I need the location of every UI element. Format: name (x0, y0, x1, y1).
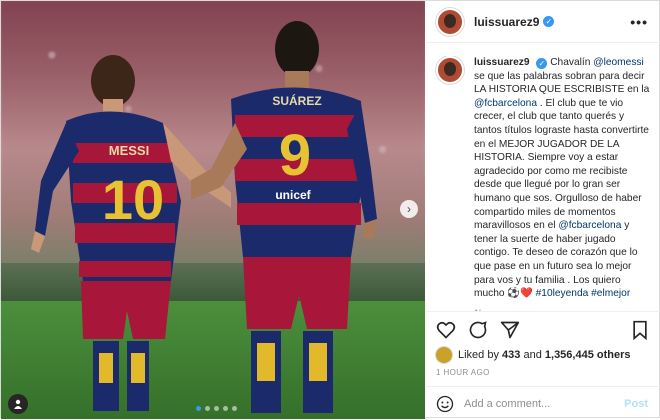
action-icons (436, 320, 520, 340)
caption-text: luissuarez9 ✓ Chavalín @leomessi se que … (474, 56, 654, 311)
jersey-sponsor: unicef (275, 188, 311, 202)
post-side-panel: luissuarez9 ✓ ••• luissuarez9 ✓ Chavalín… (426, 1, 660, 419)
carousel-dot (214, 406, 219, 411)
caption-link[interactable]: @fcbarcelona (474, 98, 537, 109)
instagram-post: MESSI 10 SUÁREZ 9 unicef › luissuarez9 ✓… (0, 0, 660, 419)
post-comment-button[interactable]: Post (624, 398, 648, 410)
verified-badge-icon: ✓ (543, 16, 555, 27)
chevron-right-icon: › (407, 202, 411, 216)
carousel-dot (196, 406, 201, 411)
caption: luissuarez9 ✓ Chavalín @leomessi se que … (426, 56, 660, 311)
caption-verified-badge-icon: ✓ (536, 58, 548, 69)
caption-username[interactable]: luissuarez9 (474, 57, 530, 68)
jersey-suarez-number: 9 (279, 123, 311, 188)
tagged-users-button[interactable] (8, 394, 28, 414)
comment-bar: Post (426, 386, 660, 420)
likes-count[interactable]: 1,356,445 others (545, 349, 631, 361)
caption-link[interactable]: #elmejor (591, 288, 630, 299)
post-header: luissuarez9 ✓ ••• (426, 1, 660, 43)
likes-prefix: Liked by (458, 349, 499, 361)
jersey-messi-name: MESSI (109, 143, 149, 158)
bookmark-icon[interactable] (630, 320, 650, 340)
emoji-icon[interactable] (436, 395, 454, 413)
liker-avatar[interactable] (436, 347, 452, 363)
caption-segment: . El club que te vio crecer, el club que… (474, 97, 649, 232)
user-icon (14, 399, 22, 409)
caption-avatar[interactable] (436, 56, 464, 84)
post-timestamp[interactable]: 1 HOUR AGO (436, 368, 490, 377)
caption-link[interactable]: @fcbarcelona (558, 220, 621, 231)
caption-body: Chavalín @leomessi se que las palabras s… (474, 57, 649, 299)
carousel-next-button[interactable]: › (400, 200, 418, 218)
header-username[interactable]: luissuarez9 (474, 15, 539, 29)
comment-input[interactable] (464, 397, 614, 410)
likes-joiner: and (523, 349, 542, 361)
carousel-dot (205, 406, 210, 411)
action-section: Liked by 433 and 1,356,445 others 1 HOUR… (426, 311, 660, 419)
carousel-dots (196, 406, 237, 411)
heart-icon[interactable] (436, 320, 456, 340)
comment-icon[interactable] (468, 320, 488, 340)
carousel-dot (232, 406, 237, 411)
caption-link[interactable]: #10leyenda (536, 288, 589, 299)
likes-user[interactable]: 433 (502, 349, 520, 361)
likes-summary: Liked by 433 and 1,356,445 others (436, 347, 631, 363)
jersey-suarez-name: SUÁREZ (272, 93, 321, 108)
share-icon[interactable] (500, 320, 520, 340)
player-suarez: SUÁREZ 9 unicef (191, 21, 377, 413)
caption-link[interactable]: @leomessi (593, 57, 644, 68)
caption-segment: Chavalín (550, 57, 594, 68)
carousel-dot (223, 406, 228, 411)
caption-segment: se que las palabras sobran para decir LA… (474, 70, 650, 96)
jersey-messi-number: 10 (102, 168, 164, 231)
post-photo[interactable]: MESSI 10 SUÁREZ 9 unicef › (1, 1, 425, 419)
more-options-icon[interactable]: ••• (630, 14, 648, 30)
avatar[interactable] (436, 7, 464, 36)
